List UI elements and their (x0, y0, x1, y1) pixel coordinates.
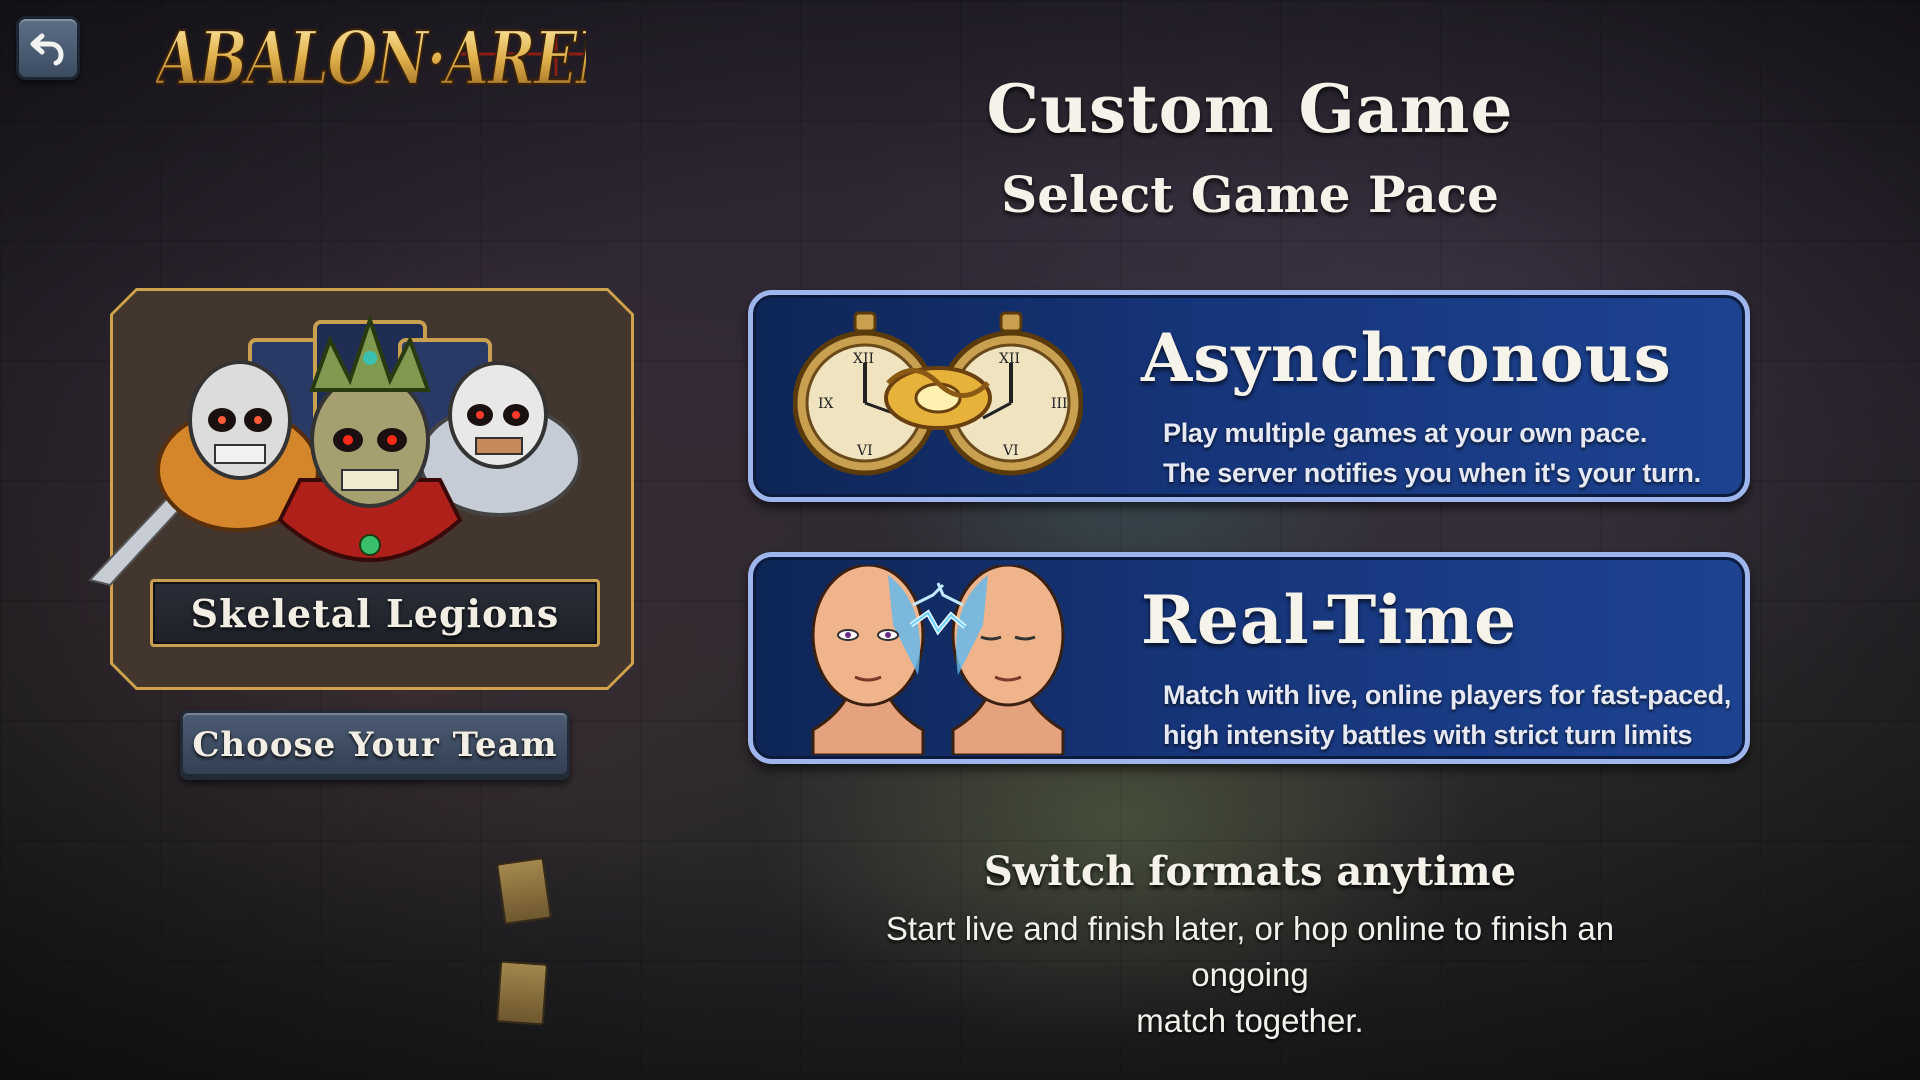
table-card-decoration (495, 960, 549, 1026)
back-arrow-icon (30, 33, 64, 66)
asynchronous-description-line: The server notifies you when it's your t… (1163, 458, 1701, 488)
table-card-decoration (495, 856, 553, 926)
page-title: Custom Game (986, 70, 1514, 148)
realtime-description-line: high intensity battles with strict turn … (1163, 720, 1693, 750)
linked-heads-icon (811, 565, 1065, 755)
svg-text:XII: XII (999, 351, 1020, 367)
realtime-title: Real-Time (1141, 581, 1518, 659)
asynchronous-mode-button[interactable]: XII IX III VI XII IX III VI Asynchronous… (748, 290, 1750, 502)
abalon-arena-logo: ABALON·ARENA (156, 14, 586, 94)
skeleton-team-icon (88, 313, 582, 587)
asynchronous-description-line: Play multiple games at your own pace. (1163, 418, 1648, 448)
asynchronous-title: Asynchronous (1141, 319, 1672, 397)
svg-text:IX: IX (818, 396, 834, 412)
svg-text:ABALON·ARENA: ABALON·ARENA (156, 15, 586, 94)
switch-formats-description-line: match together. (1136, 1002, 1364, 1039)
back-button[interactable] (16, 16, 80, 80)
asynchronous-description: Play multiple games at your own pace. Th… (1163, 413, 1743, 493)
switch-formats-description: Start live and finish later, or hop onli… (870, 906, 1630, 1044)
switch-formats-description-line: Start live and finish later, or hop onli… (885, 910, 1615, 993)
svg-text:VI: VI (856, 443, 873, 459)
realtime-description: Match with live, online players for fast… (1163, 675, 1743, 755)
svg-text:VI: VI (1002, 443, 1019, 459)
realtime-mode-button[interactable]: Real-Time Match with live, online player… (748, 552, 1750, 764)
svg-text:III: III (1051, 396, 1068, 412)
team-name-label: Skeletal Legions (150, 579, 600, 647)
svg-text:XII: XII (853, 351, 874, 367)
pocket-watches-icon: XII IX III VI XII IX III VI (793, 311, 1083, 476)
choose-team-button[interactable]: Choose Your Team (180, 710, 570, 780)
page-subtitle: Select Game Pace (1001, 165, 1499, 224)
realtime-description-line: Match with live, online players for fast… (1163, 680, 1732, 710)
switch-formats-title: Switch formats anytime (983, 848, 1517, 895)
